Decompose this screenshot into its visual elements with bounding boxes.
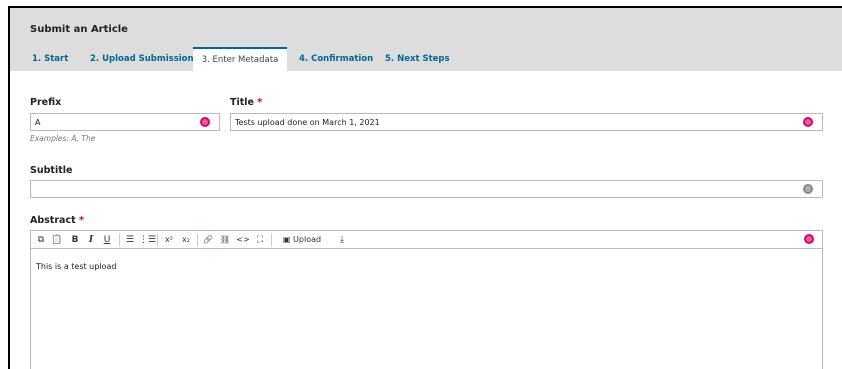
abstract-label-wrap: Abstract * — [30, 215, 84, 226]
download-icon[interactable]: ⤓ — [335, 233, 349, 247]
paste-icon[interactable]: 📋 — [51, 233, 63, 247]
underline-button[interactable]: U — [101, 233, 113, 247]
image-icon: ▣ — [282, 235, 291, 244]
required-marker: * — [257, 97, 263, 108]
bold-button[interactable]: B — [69, 233, 81, 247]
globe-icon[interactable] — [803, 184, 813, 194]
tab-bar: 1. Start 2. Upload Submission 3. Enter M… — [10, 47, 842, 71]
abstract-label: Abstract — [30, 215, 76, 226]
prefix-hint: Examples: A, The — [30, 134, 96, 143]
title-label: Title — [230, 97, 254, 108]
tab-next-steps[interactable]: 5. Next Steps — [385, 47, 450, 71]
subtitle-label: Subtitle — [30, 165, 73, 176]
globe-icon[interactable] — [803, 117, 813, 127]
subtitle-input[interactable] — [30, 180, 823, 198]
bullet-list-icon[interactable]: ☰ — [124, 233, 136, 247]
title-input[interactable] — [230, 113, 823, 131]
editor-toolbar: ⧉ 📋 B I U ☰ ⋮☰ x² x₂ 🔗 ⛓ <> ⛶ ▣ Upload ⤓ — [30, 230, 823, 249]
tab-start[interactable]: 1. Start — [32, 47, 68, 71]
numbered-list-icon[interactable]: ⋮☰ — [139, 233, 156, 247]
upload-image-button[interactable]: ▣ Upload — [276, 233, 328, 247]
tab-upload-submission[interactable]: 2. Upload Submission — [90, 47, 194, 71]
tab-enter-metadata[interactable]: 3. Enter Metadata — [193, 47, 287, 71]
abstract-text: This is a test upload — [36, 262, 117, 271]
required-marker: * — [78, 215, 84, 226]
link-icon[interactable]: 🔗 — [202, 233, 214, 247]
prefix-input[interactable] — [30, 113, 220, 131]
toolbar-divider — [197, 234, 198, 246]
toolbar-divider — [157, 234, 158, 246]
title-label-wrap: Title * — [230, 97, 262, 108]
globe-icon[interactable] — [200, 117, 210, 127]
superscript-button[interactable]: x² — [162, 233, 176, 247]
header: Submit an Article 1. Start 2. Upload Sub… — [10, 8, 842, 71]
italic-button[interactable]: I — [85, 233, 97, 247]
unlink-icon[interactable]: ⛓ — [219, 233, 231, 247]
fullscreen-icon[interactable]: ⛶ — [254, 233, 266, 247]
copy-icon[interactable]: ⧉ — [35, 233, 47, 247]
prefix-label: Prefix — [30, 97, 62, 108]
abstract-editor[interactable]: This is a test upload — [30, 249, 823, 369]
tab-confirmation[interactable]: 4. Confirmation — [299, 47, 373, 71]
subscript-button[interactable]: x₂ — [179, 233, 193, 247]
code-icon[interactable]: <> — [236, 233, 250, 247]
upload-label: Upload — [293, 235, 322, 244]
page-title: Submit an Article — [30, 24, 128, 35]
toolbar-divider — [119, 234, 120, 246]
toolbar-divider — [271, 234, 272, 246]
submission-panel: Submit an Article 1. Start 2. Upload Sub… — [8, 6, 842, 369]
globe-icon[interactable] — [804, 234, 814, 244]
